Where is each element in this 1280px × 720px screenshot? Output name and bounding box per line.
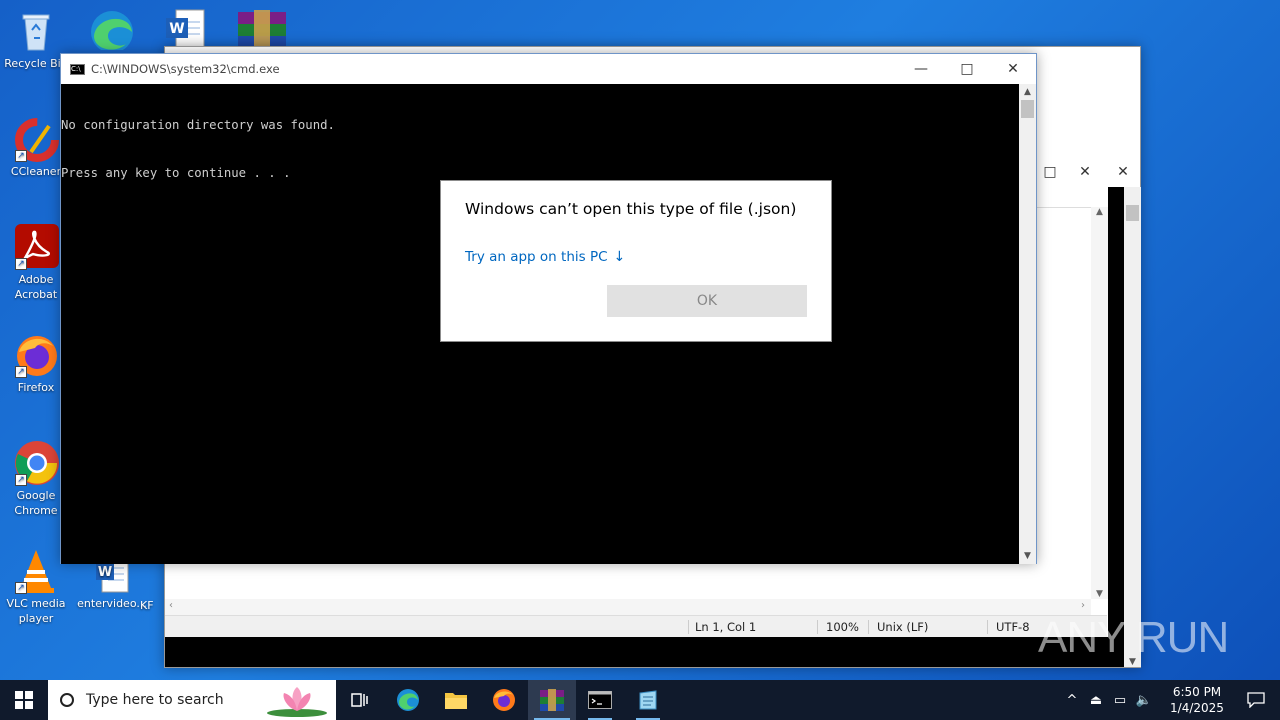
arrow-down-icon: ↓ (613, 249, 626, 265)
shortcut-arrow-icon: ↗ (15, 258, 27, 270)
shortcut-arrow-icon: ↗ (15, 582, 27, 594)
ok-button-label: OK (696, 293, 718, 309)
desktop-icon-word[interactable]: W (164, 8, 208, 51)
winrar-icon (540, 689, 564, 711)
volume-icon[interactable]: 🔈 (1132, 693, 1156, 708)
notepad-right-dark (1108, 187, 1124, 667)
taskbar-winrar[interactable] (528, 680, 576, 720)
desktop-icon-label: entervideo... (77, 597, 147, 610)
command-prompt-icon (588, 691, 612, 709)
notepad-hscroll[interactable]: ‹ › (165, 599, 1091, 615)
anyrun-watermark: ANY RUN (1038, 606, 1238, 670)
desktop-icon-winrar[interactable] (236, 8, 288, 50)
taskbar-search-box[interactable]: Type here to search (48, 680, 336, 720)
usb-icon[interactable]: ⏏ (1084, 693, 1108, 708)
cmd-titlebar[interactable]: C:\ C:\WINDOWS\system32\cmd.exe — □ ✕ (61, 54, 1036, 84)
notification-button[interactable] (1232, 692, 1280, 708)
taskbar: Type here to search ^ ⏏ ▭ 🔈 6:50 PM 1/4/… (0, 680, 1280, 720)
notepad-statusbar: Ln 1, Col 1 100% Unix (LF) UTF-8 (165, 615, 1107, 637)
maximize-icon[interactable]: □ (1038, 157, 1062, 187)
notepad-vscroll[interactable]: ▲ ▼ (1091, 207, 1108, 599)
taskbar-notepad[interactable] (624, 680, 672, 720)
try-app-link-label: Try an app on this PC (465, 249, 608, 265)
scroll-thumb[interactable] (1021, 100, 1034, 118)
scroll-up-icon[interactable]: ▲ (1091, 207, 1108, 217)
task-view-button[interactable] (336, 680, 384, 720)
folder-icon (445, 693, 467, 709)
shortcut-arrow-icon: ↗ (15, 366, 27, 378)
shortcut-arrow-icon: ↗ (15, 150, 27, 162)
watermark-text: ANY RUN (1038, 613, 1229, 662)
open-with-dialog[interactable]: Windows can’t open this type of file (.j… (440, 180, 832, 342)
desktop-icon-word-doc[interactable]: W entervideo... (76, 556, 148, 611)
scroll-up-icon[interactable]: ▲ (1019, 84, 1036, 100)
search-icon (60, 693, 74, 707)
scroll-down-icon[interactable]: ▼ (1091, 589, 1108, 599)
vlc-icon: ↗ (13, 548, 59, 594)
status-position: Ln 1, Col 1 (688, 620, 756, 634)
clock[interactable]: 6:50 PM 1/4/2025 (1162, 684, 1232, 716)
maximize-icon[interactable]: □ (944, 54, 990, 84)
notepad-right-scroll[interactable]: ▼ (1124, 187, 1141, 667)
scroll-thumb[interactable] (1126, 205, 1139, 221)
status-line-ending: Unix (LF) (868, 620, 928, 634)
clock-date: 1/4/2025 (1170, 701, 1224, 715)
notification-icon (1247, 692, 1265, 708)
cmd-title: C:\WINDOWS\system32\cmd.exe (91, 62, 280, 76)
minimize-icon[interactable]: — (898, 54, 944, 84)
windows-logo-icon (15, 691, 33, 709)
shortcut-arrow-icon: ↗ (15, 474, 27, 486)
try-app-link[interactable]: Try an app on this PC ↓ (465, 249, 625, 265)
winrar-icon (238, 10, 286, 50)
status-zoom: 100% (817, 620, 859, 634)
scroll-down-icon[interactable]: ▼ (1019, 548, 1036, 564)
scroll-left-icon[interactable]: ‹ (169, 600, 173, 611)
network-icon[interactable]: ▭ (1108, 693, 1132, 708)
cmd-app-icon: C:\ (70, 63, 85, 75)
edge-icon (91, 11, 133, 53)
ok-button[interactable]: OK (607, 285, 807, 317)
notepad-title-controls: □ ✕ ✕ (1038, 157, 1138, 187)
clock-time: 6:50 PM (1172, 685, 1222, 699)
lotus-icon (267, 687, 327, 717)
svg-text:W: W (169, 21, 184, 37)
close-icon[interactable]: ✕ (1062, 157, 1108, 187)
console-line: Press any key to continue . . . (61, 166, 291, 180)
taskbar-edge[interactable] (384, 680, 432, 720)
task-view-icon (351, 693, 368, 707)
acrobat-icon: ↗ (13, 224, 59, 270)
console-line: No configuration directory was found. (61, 118, 335, 132)
word-document-icon: W (166, 9, 205, 51)
firefox-icon (493, 689, 515, 711)
taskbar-file-explorer[interactable] (432, 680, 480, 720)
desktop-icon-label: VLC media player (6, 597, 66, 625)
notepad-bottom-dark (165, 637, 1140, 667)
show-hidden-icons[interactable]: ^ (1060, 693, 1084, 708)
recycle-bin-icon (13, 8, 59, 54)
taskbar-cmd[interactable] (576, 680, 624, 720)
search-input[interactable]: Type here to search (86, 692, 224, 708)
firefox-icon: ↗ (13, 332, 59, 378)
start-button[interactable] (0, 680, 48, 720)
desktop-icon-edge[interactable] (86, 6, 138, 53)
taskbar-firefox[interactable] (480, 680, 528, 720)
svg-text:W: W (98, 565, 112, 580)
notepad-icon (639, 690, 657, 710)
cmd-vscroll[interactable]: ▲ ▼ (1019, 84, 1036, 564)
ccleaner-icon: ↗ (13, 116, 59, 162)
edge-icon (397, 689, 419, 711)
chrome-icon: ↗ (13, 440, 59, 486)
close-icon[interactable]: ✕ (1108, 157, 1138, 187)
status-encoding: UTF-8 (987, 620, 1030, 634)
dialog-heading: Windows can’t open this type of file (.j… (465, 200, 797, 218)
close-icon[interactable]: ✕ (990, 54, 1036, 84)
